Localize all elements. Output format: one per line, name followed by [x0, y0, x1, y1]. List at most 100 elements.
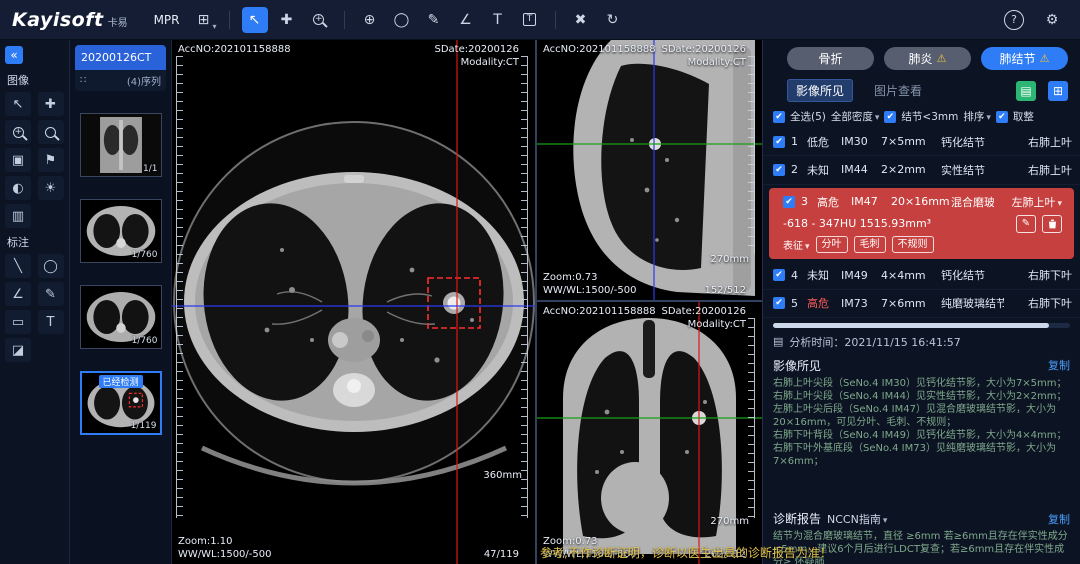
- zoom-tool-button[interactable]: [306, 7, 332, 33]
- mode-pneumonia-button[interactable]: 肺炎 ⚠: [884, 47, 971, 70]
- viewport-area: AccNO:202101158888 SDate:20200126 Modali…: [172, 40, 762, 564]
- text-tool-button[interactable]: T: [485, 7, 511, 33]
- rectangle-icon: ▭: [12, 315, 24, 330]
- scrollbar-thumb[interactable]: [773, 323, 1049, 328]
- pan-tool-button[interactable]: ✚: [274, 7, 300, 33]
- sort-dropdown[interactable]: 排序▾: [963, 109, 991, 124]
- row-checkbox[interactable]: ✔: [773, 136, 785, 148]
- layout-select-button[interactable]: ⊞ ▾: [191, 7, 217, 33]
- feature-tag[interactable]: 不规则: [892, 236, 934, 253]
- gear-icon: ⚙: [1046, 12, 1059, 28]
- rail-pan-button[interactable]: ✚: [38, 92, 64, 116]
- rail-search-button[interactable]: [38, 120, 64, 144]
- row-checkbox[interactable]: ✔: [773, 164, 785, 176]
- pencil-tool-button[interactable]: ✎: [421, 7, 447, 33]
- nodule-type: 钙化结节: [941, 267, 1004, 283]
- topbar-right-group: ? ⚙: [1004, 7, 1068, 33]
- nodule-row-5[interactable]: ✔ 5 高危 IM73 7×6mm 纯磨玻璃结节 右肺下叶: [763, 290, 1080, 318]
- small-nodule-label[interactable]: 结节<3mm: [901, 109, 958, 124]
- nodule-location-dropdown[interactable]: 左肺上叶▾: [1000, 194, 1062, 210]
- feature-dropdown[interactable]: 表征▾: [783, 237, 810, 252]
- tab-findings[interactable]: 影像所见: [787, 79, 853, 102]
- rail-eraser-button[interactable]: ◪: [5, 338, 31, 362]
- gallery-layout-button[interactable]: ⊞: [1048, 81, 1068, 101]
- nodule-type-dropdown[interactable]: 混合磨玻璃结节▾: [951, 194, 994, 210]
- table-scrollbar[interactable]: [773, 323, 1070, 328]
- row-checkbox[interactable]: ✔: [773, 269, 785, 281]
- axial-modality: Modality:CT: [434, 56, 519, 69]
- row-checkbox[interactable]: ✔: [783, 196, 795, 208]
- filter-bar: ✔ 全选(5) 全部密度▾ ✔ 结节<3mm 排序▾ ✔ 取整: [763, 107, 1080, 128]
- ellipse-tool-button[interactable]: ◯: [389, 7, 415, 33]
- series-thumbnail-detected[interactable]: 已经检测 1/119: [80, 371, 162, 435]
- nodule-detail-row: -618 - 347HU 1515.93mm³ ✎: [773, 214, 1070, 236]
- crosshair-tool-button[interactable]: ⊕: [357, 7, 383, 33]
- feature-tag[interactable]: 分叶: [816, 236, 848, 253]
- axial-study-info: SDate:20200126 Modality:CT: [434, 43, 519, 69]
- viewport-sagittal[interactable]: AccNO:202101158888 SDate:20200126 Modali…: [537, 40, 762, 300]
- rail-contrast-button[interactable]: ◐: [5, 176, 31, 200]
- rail-angle-button[interactable]: ∠: [5, 282, 31, 306]
- rail-cursor-button[interactable]: ↖: [5, 92, 31, 116]
- sagittal-modality: Modality:CT: [661, 56, 746, 69]
- clear-annotations-button[interactable]: ✖: [568, 7, 594, 33]
- feature-tag[interactable]: 毛刺: [854, 236, 886, 253]
- rail-rect-button[interactable]: ▭: [5, 310, 31, 334]
- series-thumbnail-axial-1[interactable]: 1/760: [80, 199, 162, 263]
- textbox-tool-button[interactable]: T: [517, 7, 543, 33]
- guideline-dropdown[interactable]: NCCN指南▾: [827, 511, 887, 527]
- select-all-label[interactable]: 全选(5): [790, 109, 826, 124]
- round-checkbox[interactable]: ✔: [996, 111, 1008, 123]
- nodule-row-3[interactable]: ✔ 3 高危 IM47 20×16mm 混合磨玻璃结节▾ 左肺上叶▾: [773, 190, 1070, 214]
- check-icon: ✔: [887, 112, 895, 122]
- sagittal-ruler-label: 270mm: [710, 253, 749, 266]
- cursor-tool-button[interactable]: ↖: [242, 7, 268, 33]
- edit-nodule-button[interactable]: ✎: [1016, 215, 1036, 233]
- eraser-icon: ◪: [12, 343, 24, 358]
- rail-pencil-button[interactable]: ✎: [38, 282, 64, 306]
- report-export-button[interactable]: ▤: [1016, 81, 1036, 101]
- rail-line-button[interactable]: ╲: [5, 254, 31, 278]
- density-filter-dropdown[interactable]: 全部密度▾: [831, 109, 880, 124]
- rail-copy-button[interactable]: ▣: [5, 148, 31, 172]
- copy-findings-button[interactable]: 复制: [1048, 357, 1070, 373]
- rail-zoom-in-button[interactable]: [5, 120, 31, 144]
- nodule-row-4[interactable]: ✔ 4 未知 IM49 4×4mm 钙化结节 右肺下叶: [763, 262, 1080, 290]
- settings-button[interactable]: ⚙: [1039, 7, 1065, 33]
- rail-histogram-button[interactable]: ▥: [5, 204, 31, 228]
- angle-tool-button[interactable]: ∠: [453, 7, 479, 33]
- copy-report-button[interactable]: 复制: [1048, 511, 1070, 527]
- rail-flag-button[interactable]: ⚑: [38, 148, 64, 172]
- mode-lung-nodule-button[interactable]: 肺结节 ⚠: [981, 47, 1068, 70]
- round-label[interactable]: 取整: [1013, 109, 1034, 124]
- tab-image-view[interactable]: 图片查看: [865, 79, 931, 102]
- select-all-checkbox[interactable]: ✔: [773, 111, 785, 123]
- rail-ellipse-button[interactable]: ◯: [38, 254, 64, 278]
- collapse-panel-button[interactable]: «: [5, 46, 23, 64]
- axial-sdate: SDate:20200126: [434, 43, 519, 56]
- trash-icon: [1048, 219, 1057, 229]
- nodule-row-1[interactable]: ✔ 1 低危 IM30 7×5mm 钙化结节 右肺上叶: [763, 128, 1080, 156]
- viewport-axial[interactable]: AccNO:202101158888 SDate:20200126 Modali…: [172, 40, 535, 564]
- brand-cn-text: 卡易: [108, 14, 128, 29]
- series-thumbnail-axial-2[interactable]: 1/760: [80, 285, 162, 349]
- axial-left-ruler: [176, 56, 183, 518]
- row-checkbox[interactable]: ✔: [773, 297, 785, 309]
- drag-handle-icon[interactable]: ∷: [80, 75, 86, 86]
- nodule-row-2[interactable]: ✔ 2 未知 IM44 2×2mm 实性结节 右肺上叶: [763, 156, 1080, 184]
- help-button[interactable]: ?: [1004, 10, 1024, 30]
- nodule-row-3-selected[interactable]: ✔ 3 高危 IM47 20×16mm 混合磨玻璃结节▾ 左肺上叶▾ -618 …: [769, 188, 1074, 259]
- study-header[interactable]: 20200126CT: [75, 45, 166, 70]
- rail-brightness-button[interactable]: ☀: [38, 176, 64, 200]
- series-thumbnail-scout[interactable]: 1/1: [80, 113, 162, 177]
- delete-nodule-button[interactable]: [1042, 215, 1062, 233]
- coronal-modality: Modality:CT: [661, 318, 746, 331]
- viewport-coronal[interactable]: AccNO:202101158888 SDate:20200126 Modali…: [537, 302, 762, 564]
- nodule-risk: 低危: [807, 134, 835, 150]
- sagittal-ruler: [748, 56, 755, 254]
- small-nodule-checkbox[interactable]: ✔: [884, 111, 896, 123]
- axial-wwwl: WW/WL:1500/-500: [178, 548, 272, 561]
- rail-text-button[interactable]: T: [38, 310, 64, 334]
- reset-rotate-button[interactable]: ↻: [600, 7, 626, 33]
- mode-fracture-button[interactable]: 骨折: [787, 47, 874, 70]
